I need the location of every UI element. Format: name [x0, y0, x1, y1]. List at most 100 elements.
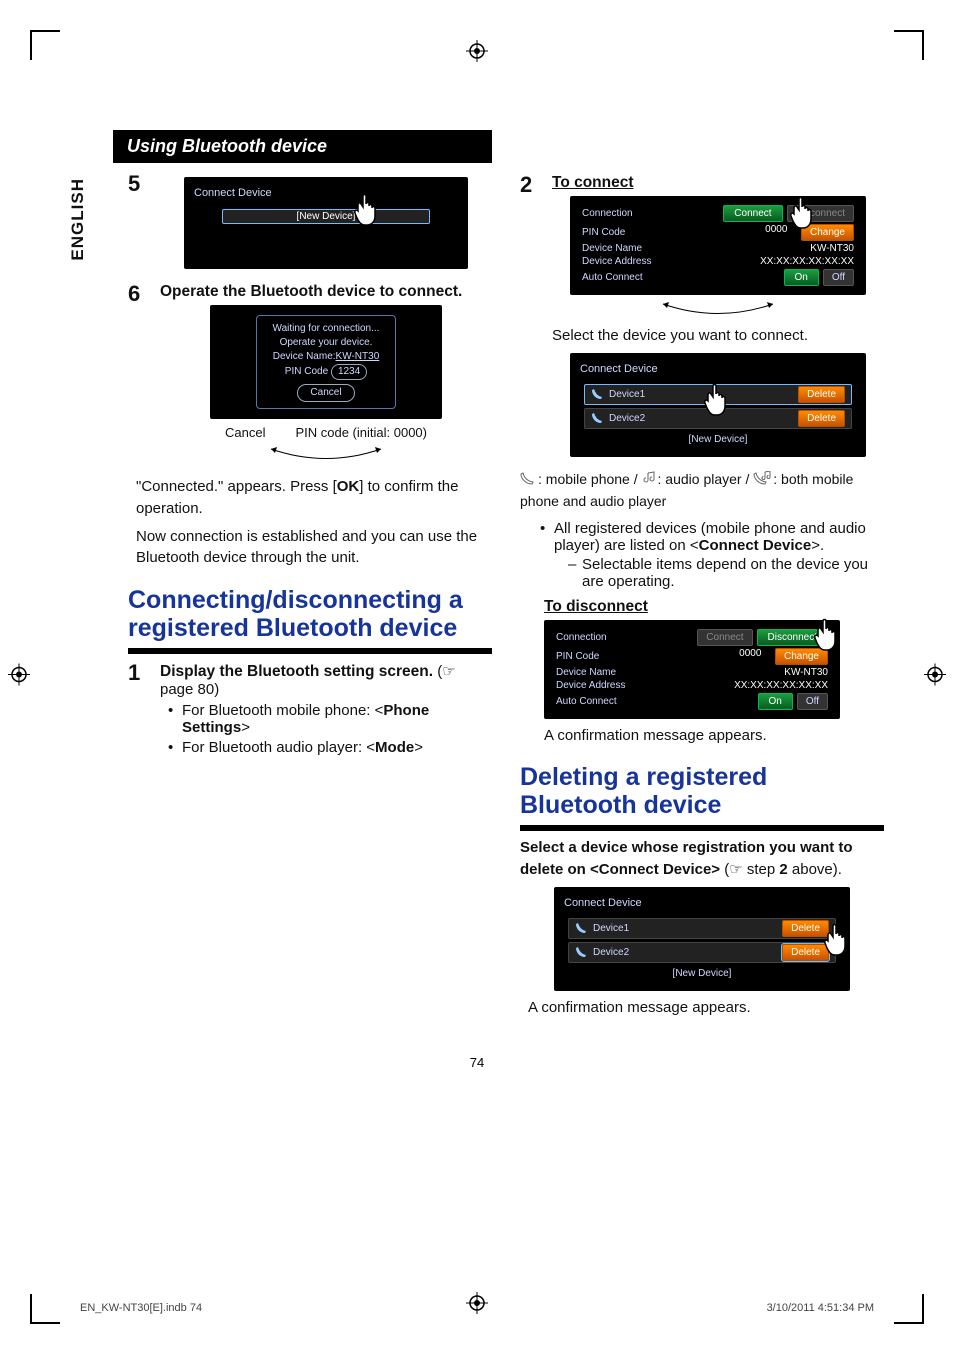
list-item: For Bluetooth audio player: <Mode>	[168, 739, 492, 756]
new-device-row[interactable]: [New Device]	[222, 209, 430, 224]
screen-header: Connect Device	[578, 361, 858, 381]
waiting-line: Waiting for connection...	[261, 322, 391, 336]
heading-rule	[128, 648, 492, 654]
pin-value: 0000	[739, 648, 761, 665]
step-number: 6	[128, 283, 148, 470]
phone-icon	[591, 412, 603, 424]
page-ref: page 80)	[160, 681, 219, 698]
left-column: Using Bluetooth device 5 Connect Device …	[128, 130, 492, 1025]
language-tab: ENGLISH	[68, 178, 88, 261]
page: ENGLISH Using Bluetooth device 5 Connect…	[0, 0, 954, 1354]
registration-mark-icon	[8, 664, 30, 691]
heading-connecting: Connecting/disconnecting a registered Bl…	[128, 587, 492, 642]
heading-rule	[520, 825, 884, 831]
footer-left: EN_KW-NT30[E].indb 74	[80, 1302, 202, 1314]
device-row[interactable]: Device1 Delete	[568, 918, 836, 939]
list-item: Selectable items depend on the device yo…	[568, 556, 884, 590]
row-label: Connection	[582, 208, 633, 219]
delete-button[interactable]: Delete	[798, 386, 845, 403]
autoconnect-on-button[interactable]: On	[784, 269, 819, 286]
page-ref: (☞	[437, 663, 455, 680]
pointing-hand-icon	[700, 381, 736, 417]
heading-deleting: Deleting a registered Bluetooth device	[520, 764, 884, 819]
screen-header: Connect Device	[192, 185, 460, 205]
phone-icon	[591, 388, 603, 400]
crop-mark	[30, 30, 60, 60]
new-device-label: [New Device]	[229, 211, 423, 222]
pointing-hand-icon	[350, 191, 386, 227]
device-row[interactable]: Device2 Delete	[568, 942, 836, 963]
icon-legend: : mobile phone / : audio player / : both…	[520, 469, 884, 512]
connect-button[interactable]: Connect	[723, 205, 782, 222]
to-connect-title: To connect	[552, 174, 884, 192]
device-name: Device1	[593, 923, 776, 934]
swipe-arc-icon	[658, 301, 778, 319]
delete-instruction: Select a device whose registration you w…	[520, 837, 876, 881]
connect-button: Connect	[697, 629, 752, 646]
both-icon	[753, 470, 773, 491]
phone-icon	[520, 470, 538, 491]
crop-mark	[894, 1294, 924, 1324]
device-address-value: XX:XX:XX:XX:XX:XX	[760, 256, 854, 267]
step-number: 1	[128, 662, 148, 760]
row-label: Auto Connect	[556, 696, 617, 707]
row-label: PIN Code	[556, 651, 599, 662]
select-device-text: Select the device you want to connect.	[552, 325, 876, 347]
device-name-value: KW-NT30	[810, 243, 854, 254]
footer-right: 3/10/2011 4:51:34 PM	[767, 1302, 874, 1314]
crop-mark	[30, 1294, 60, 1324]
step-number: 5	[128, 173, 148, 275]
audio-icon	[642, 470, 658, 491]
annotation-pin: PIN code (initial: 0000)	[295, 425, 427, 440]
autoconnect-on-button[interactable]: On	[758, 693, 793, 710]
screen-header: Connect Device	[562, 895, 842, 915]
device-name-value: KW-NT30	[336, 351, 380, 362]
waiting-line: PIN Code	[285, 366, 328, 377]
step-title: Operate the Bluetooth device to connect.	[160, 283, 492, 301]
body-text: "Connected." appears. Press [OK] to conf…	[136, 476, 484, 520]
waiting-line: Device Name:	[273, 351, 336, 362]
pointing-hand-icon	[810, 616, 846, 652]
row-label: Device Name	[556, 667, 616, 678]
section-title: Using Bluetooth device	[113, 130, 492, 163]
phone-icon	[575, 946, 587, 958]
device-list-screen: Connect Device Device1 Delete Device2 De…	[570, 353, 866, 457]
row-label: Auto Connect	[582, 272, 643, 283]
row-label: PIN Code	[582, 227, 625, 238]
pointing-hand-icon	[786, 194, 822, 230]
device-name: Device2	[593, 947, 776, 958]
autoconnect-off-button[interactable]: Off	[797, 693, 828, 710]
pin-code-value: 1234	[331, 364, 367, 380]
connection-settings-screen: ConnectionConnectDisconnect PIN Code0000…	[570, 196, 866, 295]
row-label: Connection	[556, 632, 607, 643]
page-number: 74	[60, 1055, 894, 1070]
confirm-text: A confirmation message appears.	[544, 725, 876, 747]
new-device-label[interactable]: [New Device]	[584, 432, 852, 447]
swipe-arc-icon	[266, 446, 386, 464]
pointing-hand-icon	[820, 921, 856, 957]
confirm-text: A confirmation message appears.	[528, 997, 876, 1019]
waiting-line: Operate your device.	[261, 336, 391, 350]
cancel-button[interactable]: Cancel	[297, 384, 354, 402]
step-number: 2	[520, 174, 540, 463]
crop-mark	[894, 30, 924, 60]
waiting-screen: Waiting for connection... Operate your d…	[210, 305, 442, 419]
registration-mark-icon	[466, 40, 488, 62]
pin-value: 0000	[765, 224, 787, 241]
row-label: Device Address	[582, 256, 651, 267]
delete-button[interactable]: Delete	[798, 410, 845, 427]
new-device-label[interactable]: [New Device]	[568, 966, 836, 981]
row-label: Device Address	[556, 680, 625, 691]
annotation-cancel: Cancel	[225, 425, 265, 440]
footer: EN_KW-NT30[E].indb 74 3/10/2011 4:51:34 …	[80, 1302, 874, 1314]
registration-mark-icon	[924, 664, 946, 691]
autoconnect-off-button[interactable]: Off	[823, 269, 854, 286]
body-text: Now connection is established and you ca…	[136, 526, 484, 570]
disconnect-settings-screen: ConnectionConnectDisconnect PIN Code0000…	[544, 620, 840, 719]
right-column: 2 To connect ConnectionConnectDisconnect…	[520, 130, 884, 1025]
list-item: For Bluetooth mobile phone: <Phone Setti…	[168, 702, 492, 736]
device-address-value: XX:XX:XX:XX:XX:XX	[734, 680, 828, 691]
phone-icon	[575, 922, 587, 934]
delete-device-screen: Connect Device Device1 Delete Device2 De…	[554, 887, 850, 991]
connect-device-screen: Connect Device [New Device]	[184, 177, 468, 269]
